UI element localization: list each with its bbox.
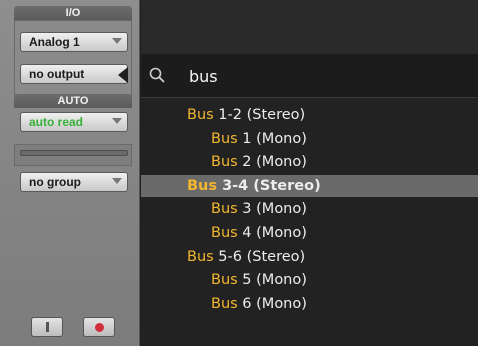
magnifier-icon: [149, 67, 165, 83]
group-divider: [20, 150, 128, 156]
output-selector[interactable]: no output: [20, 64, 128, 84]
auto-section-title: AUTO: [14, 94, 132, 108]
list-item[interactable]: Bus 2 (Mono): [141, 151, 478, 173]
record-enable-icon: [95, 323, 104, 332]
chevron-down-icon: [112, 178, 122, 184]
list-item-label: 3-4 (Stereo): [217, 177, 321, 194]
list-item-label: 5 (Mono): [237, 272, 307, 289]
list-item[interactable]: Bus 1 (Mono): [141, 128, 478, 150]
list-item[interactable]: Bus 6 (Mono): [141, 293, 478, 315]
input-selector-label: Analog 1: [29, 35, 80, 49]
list-item[interactable]: Bus 1-2 (Stereo): [141, 104, 478, 126]
input-selector[interactable]: Analog 1: [20, 32, 128, 52]
list-item[interactable]: Bus 4 (Mono): [141, 222, 478, 244]
match-highlight: Bus: [187, 177, 218, 194]
output-selector-label: no output: [29, 67, 85, 81]
match-highlight: Bus: [211, 225, 238, 241]
list-item-label: 3 (Mono): [237, 201, 307, 218]
automation-mode-label: auto read: [29, 115, 84, 129]
list-item[interactable]: Bus 5 (Mono): [141, 269, 478, 291]
list-item[interactable]: Bus 3 (Mono): [141, 198, 478, 220]
top-panel: [141, 0, 478, 54]
match-highlight: Bus: [211, 295, 238, 312]
input-monitor-icon: [46, 322, 49, 332]
match-highlight: Bus: [187, 248, 214, 265]
search-input[interactable]: bus: [189, 67, 218, 86]
list-item-label: 1 (Mono): [237, 130, 307, 147]
match-highlight: Bus: [211, 272, 238, 289]
list-item-label: 5-6 (Stereo): [213, 248, 306, 265]
list-item-label: 1-2 (Stereo): [213, 107, 306, 123]
input-monitor-button[interactable]: [31, 317, 63, 337]
automation-mode-selector[interactable]: auto read: [20, 112, 128, 132]
match-highlight: Bus: [211, 130, 238, 147]
record-enable-button[interactable]: [83, 317, 115, 337]
list-item[interactable]: Bus 5-6 (Stereo): [141, 246, 478, 268]
channel-strip: I/O Analog 1 no output AUTO auto read no…: [0, 0, 140, 346]
match-highlight: Bus: [187, 107, 214, 123]
list-item-label: 2 (Mono): [237, 154, 307, 171]
results-list: Bus 1-2 (Stereo) Bus 1 (Mono) Bus 2 (Mono)…: [141, 98, 478, 346]
list-item[interactable]: Bus 3-4 (Stereo): [141, 174, 478, 197]
group-selector[interactable]: no group: [20, 172, 128, 192]
match-highlight: Bus: [211, 201, 238, 218]
popup-pointer-icon: [118, 67, 128, 83]
search-bar[interactable]: bus: [141, 54, 478, 98]
chevron-down-icon: [112, 118, 122, 124]
list-item-label: 6 (Mono): [237, 295, 307, 312]
group-selector-label: no group: [29, 175, 81, 189]
list-item-label: 4 (Mono): [237, 225, 307, 241]
chevron-down-icon: [112, 38, 122, 44]
match-highlight: Bus: [211, 154, 238, 171]
io-section-title: I/O: [14, 6, 132, 20]
